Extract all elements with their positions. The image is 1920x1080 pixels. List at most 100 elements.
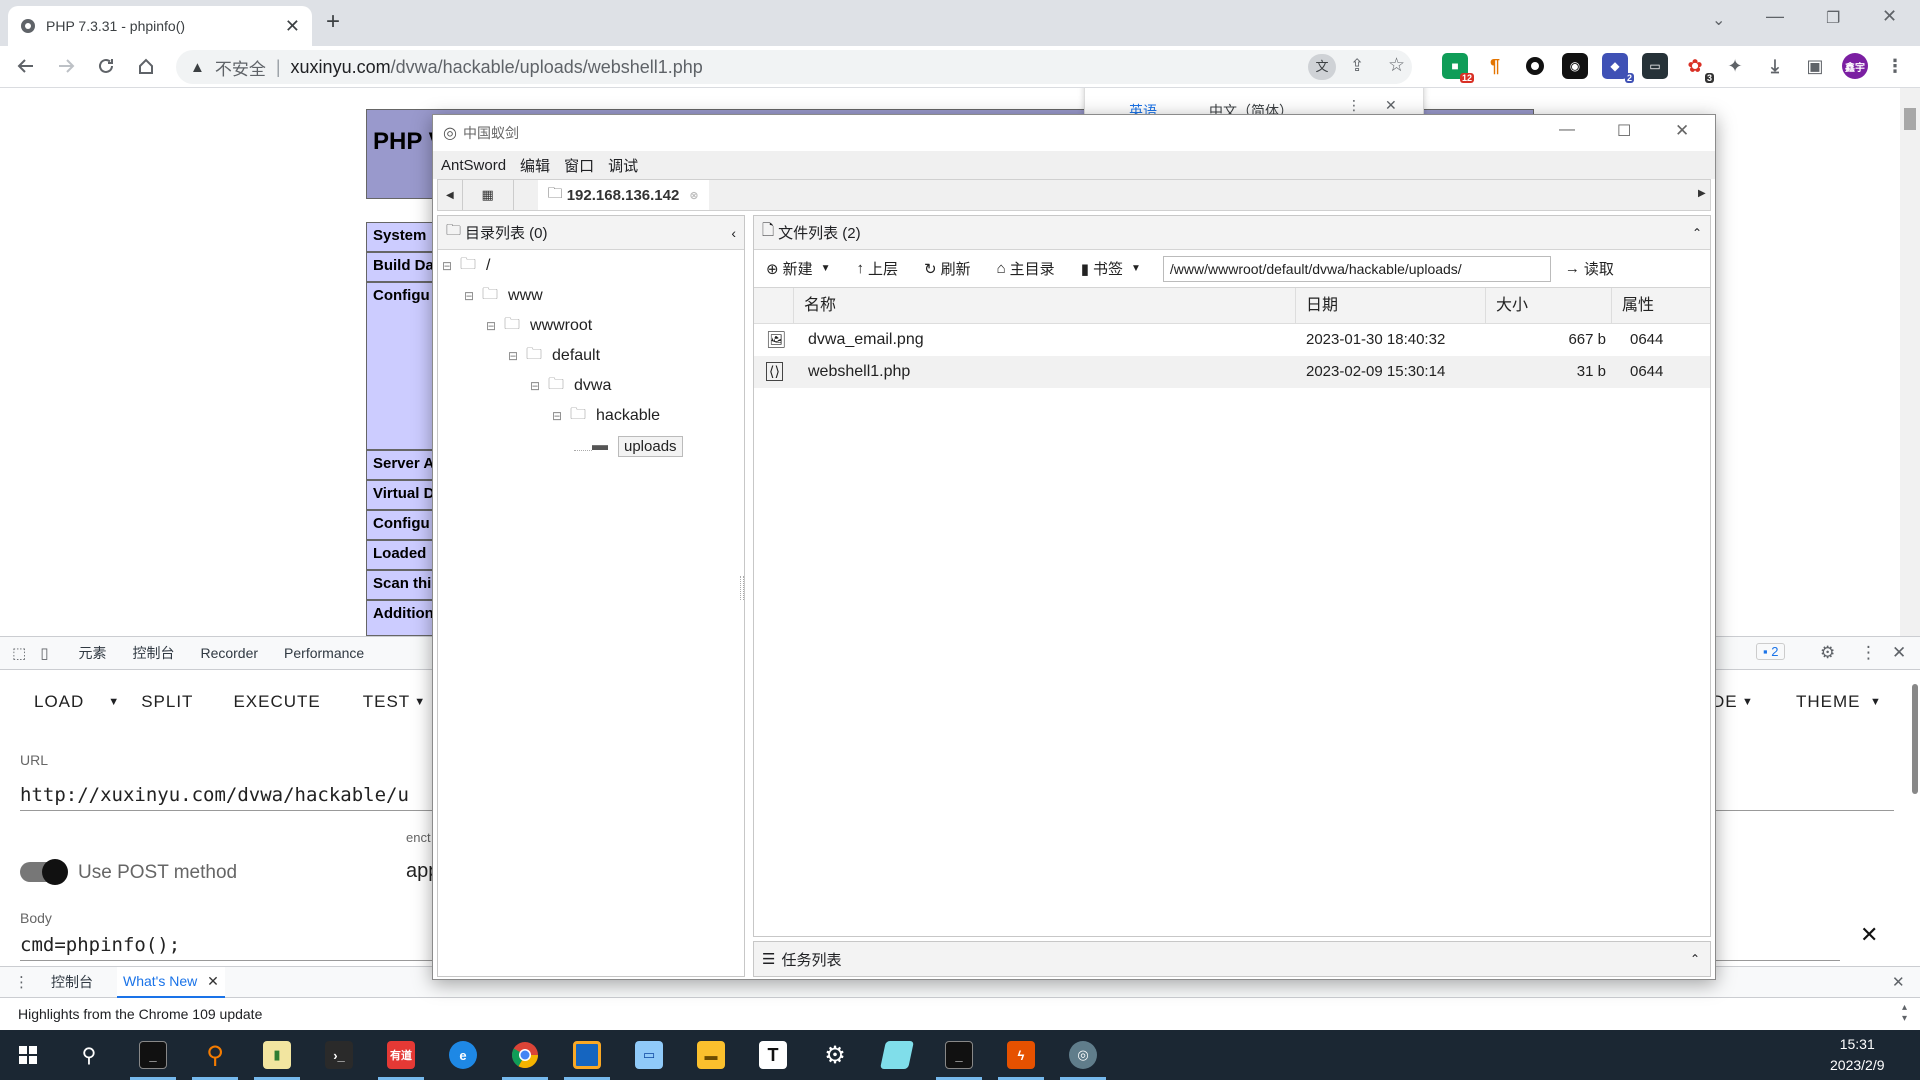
file-row[interactable]: 🖼 dvwa_email.png 2023-01-30 18:40:32 667… [754, 324, 1710, 356]
ant-maximize-button[interactable]: ☐ [1617, 121, 1631, 141]
col-date[interactable]: 日期 [1296, 288, 1486, 324]
devtools-tab-elements[interactable]: 元素 [78, 643, 106, 663]
taskbar-explorer[interactable]: ▬ [680, 1030, 742, 1080]
download-icon[interactable]: ⤓ [1762, 53, 1788, 79]
forward-button[interactable] [50, 50, 82, 82]
restore-button[interactable]: ❐ [1826, 8, 1840, 28]
tree-node[interactable]: ▬ uploads [574, 432, 683, 460]
tree-node[interactable]: ⊟ 🗀 default [508, 342, 600, 370]
taskbar-terminal[interactable]: _ [122, 1030, 184, 1080]
tab-scroll-right-icon[interactable]: ▶ [1698, 188, 1706, 199]
taskbar-cmd2[interactable]: _ [928, 1030, 990, 1080]
ext-cube-icon[interactable]: ◆ 2 [1602, 53, 1634, 83]
url-input[interactable]: http://xuxinyu.com/dvwa/hackable/u [20, 784, 409, 806]
col-attr[interactable]: 属性 [1612, 288, 1710, 324]
up-button[interactable]: ↑ 上层 [857, 258, 899, 279]
new-tab-button[interactable]: + [326, 8, 340, 36]
menu-antsword[interactable]: AntSword [441, 157, 506, 174]
search-button[interactable]: ⚲ [56, 1030, 122, 1080]
ext-grid-icon[interactable]: ■ 12 [1442, 53, 1474, 83]
tree-toggle-icon[interactable]: ⊟ [508, 349, 520, 363]
devtools-tab-recorder[interactable]: Recorder [200, 645, 258, 661]
close-window-button[interactable]: ✕ [1882, 6, 1897, 27]
tree-node[interactable]: ⊟ 🗀 dvwa [530, 372, 611, 400]
taskbar-notes[interactable] [866, 1030, 928, 1080]
body-clear-icon[interactable]: ✕ [1860, 922, 1878, 948]
drawer-close-icon[interactable]: ✕ [1892, 973, 1905, 991]
back-button[interactable] [10, 50, 42, 82]
theme-button[interactable]: THEME [1796, 692, 1861, 712]
split-button[interactable]: SPLIT [141, 692, 193, 712]
collapse-left-icon[interactable]: ‹ [731, 225, 736, 241]
taskbar-antsword[interactable]: ◎ [1052, 1030, 1114, 1080]
taskbar-powershell[interactable]: ›_ [308, 1030, 370, 1080]
mode-dropdown-icon[interactable]: ▼ [1742, 696, 1753, 708]
tab-close-icon[interactable]: ✕ [285, 16, 300, 37]
profile-avatar[interactable]: 鑫宇 [1842, 53, 1868, 79]
theme-dropdown-icon[interactable]: ▼ [1870, 696, 1881, 708]
ext-card-icon[interactable]: ▭ [1642, 53, 1668, 79]
panel-scroll-icon[interactable]: ▴ ▾ [1902, 1002, 1907, 1024]
translate-close-icon[interactable]: ✕ [1385, 97, 1397, 114]
issues-badge[interactable]: ▪ 2 [1756, 643, 1786, 660]
drawer-tab-whats-new[interactable]: What's New ✕ [117, 966, 225, 998]
tab-search-icon[interactable]: ⌄ [1712, 10, 1725, 30]
read-button[interactable]: → 读取 [1565, 258, 1614, 279]
drawer-menu-icon[interactable]: ⋮ [14, 973, 29, 991]
tab-shell-close-icon[interactable]: ⊗ [689, 189, 698, 202]
test-button[interactable]: TEST [363, 692, 410, 712]
taskbar-burp[interactable]: ϟ [990, 1030, 1052, 1080]
home-button[interactable] [130, 50, 162, 82]
devtools-tab-console[interactable]: 控制台 [132, 643, 174, 663]
side-panel-icon[interactable]: ▣ [1802, 53, 1828, 79]
load-button[interactable]: LOAD [34, 692, 84, 712]
col-name[interactable]: 名称 [794, 288, 1296, 324]
tree-toggle-icon[interactable]: ⊟ [464, 289, 476, 303]
minimize-button[interactable]: — [1766, 6, 1784, 27]
col-size[interactable]: 大小 [1486, 288, 1612, 324]
tree-toggle-icon[interactable]: ⊟ [530, 379, 542, 393]
hackbar-scrollbar[interactable] [1912, 684, 1918, 794]
browser-tab[interactable]: PHP 7.3.31 - phpinfo() ✕ [8, 6, 312, 46]
taskbar-edge[interactable]: e [432, 1030, 494, 1080]
expand-up-icon[interactable]: ⌃ [1690, 952, 1700, 966]
tree-node[interactable]: ⊟ 🗀 www [464, 282, 543, 310]
taskbar-chrome[interactable] [494, 1030, 556, 1080]
ext-knot-icon[interactable]: ✿ 3 [1682, 53, 1714, 83]
refresh-button[interactable]: ↻ 刷新 [924, 258, 971, 279]
taskbar-app-blue[interactable] [556, 1030, 618, 1080]
ant-minimize-button[interactable]: — [1559, 121, 1575, 139]
post-toggle[interactable] [20, 859, 68, 885]
menu-window[interactable]: 窗口 [564, 155, 594, 176]
tab-shell[interactable]: 🗀 192.168.136.142 ⊗ [537, 180, 709, 210]
taskbar-youdao[interactable]: 有道 [370, 1030, 432, 1080]
drawer-tab-console[interactable]: 控制台 [51, 972, 93, 992]
scrollbar-thumb[interactable] [1904, 108, 1916, 130]
clock[interactable]: 15:31 2023/2/9 [1830, 1034, 1885, 1076]
ext-circle-icon[interactable] [1522, 53, 1548, 79]
taskbar-chart-app[interactable]: ▮ [246, 1030, 308, 1080]
tree-node[interactable]: ⊟ 🗀 / [442, 252, 490, 280]
ext-mask-icon[interactable]: ◉ [1562, 53, 1588, 79]
drawer-tab-close-icon[interactable]: ✕ [207, 973, 219, 989]
ant-close-button[interactable]: ✕ [1675, 121, 1689, 141]
address-bar[interactable]: ▲ 不安全 | xuxinyu.com /dvwa/hackable/uploa… [176, 50, 1412, 84]
taskbar-settings[interactable]: ⚙ [804, 1030, 866, 1080]
tree-toggle-icon[interactable]: ⊟ [442, 259, 454, 273]
path-input[interactable]: /www/wwwroot/default/dvwa/hackable/uploa… [1162, 255, 1551, 282]
bookmark-button[interactable]: ▮ 书签 ▼ [1081, 258, 1141, 279]
taskbar-typora[interactable]: T [742, 1030, 804, 1080]
tree-node[interactable]: ⊟ 🗀 wwwroot [486, 312, 592, 340]
page-scrollbar[interactable] [1900, 88, 1920, 636]
devtools-more-icon[interactable]: ⋮ [1860, 643, 1877, 663]
share-icon[interactable]: ⇪ [1350, 56, 1364, 76]
translate-icon[interactable]: 文 [1308, 54, 1336, 80]
load-dropdown-icon[interactable]: ▼ [108, 696, 119, 708]
body-input[interactable]: cmd=phpinfo(); [20, 934, 180, 956]
pane-splitter[interactable] [740, 576, 744, 600]
settings-gear-icon[interactable]: ⚙ [1820, 643, 1835, 663]
translate-more-icon[interactable]: ⋮ [1347, 97, 1361, 114]
menu-debug[interactable]: 调试 [608, 155, 638, 176]
devtools-close-icon[interactable]: ✕ [1892, 643, 1906, 663]
bookmark-star-icon[interactable]: ☆ [1388, 54, 1405, 77]
